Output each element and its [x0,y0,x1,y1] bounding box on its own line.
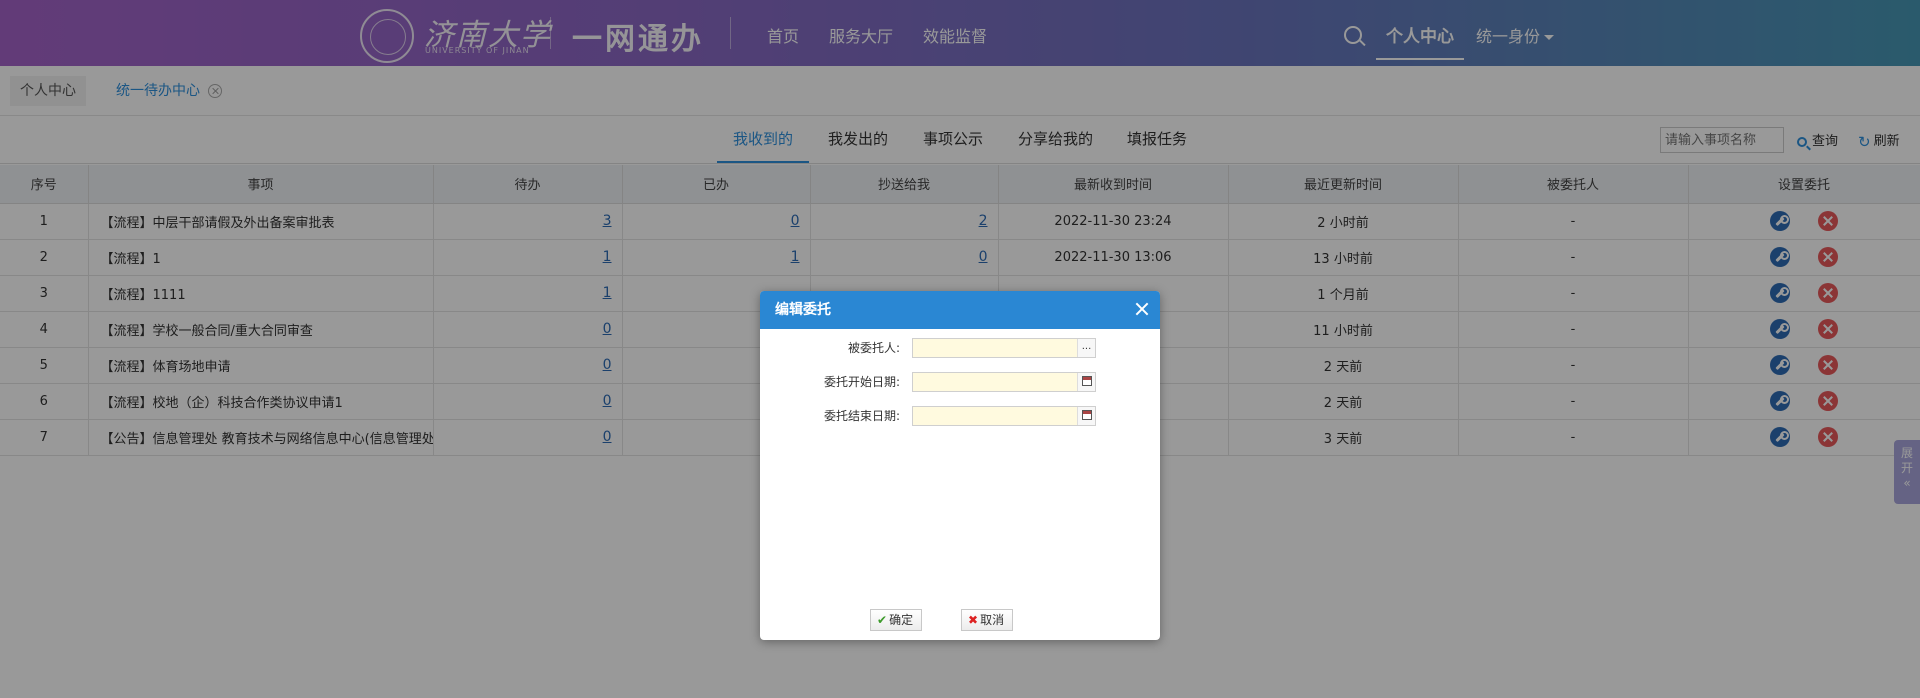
start-date-label: 委托开始日期: [823,375,900,389]
calendar-icon[interactable] [1077,407,1095,425]
cancel-label: 取消 [980,613,1005,627]
close-icon: ✖ [968,613,979,627]
delegate-field[interactable]: ... [912,338,1096,358]
start-date-row: 委托开始日期: [760,371,1160,393]
calendar-icon[interactable] [1077,373,1095,391]
dialog-title: 编辑委托 [775,302,831,318]
delegate-row: 被委托人: ... [760,337,1160,359]
close-icon[interactable] [1134,301,1150,317]
delegate-label: 被委托人: [847,341,900,355]
start-date-field[interactable] [912,372,1096,392]
end-date-row: 委托结束日期: [760,405,1160,427]
ellipsis-icon[interactable]: ... [1077,339,1095,357]
checkmark-icon: ✔ [877,613,888,627]
edit-delegation-dialog: 编辑委托 被委托人: ... 委托开始日期: 委托结束日期: ✔ 确定 ✖ 取消 [760,291,1160,640]
ok-label: 确定 [889,613,914,627]
ok-button[interactable]: ✔ 确定 [870,609,923,631]
cancel-button[interactable]: ✖ 取消 [961,609,1014,631]
end-date-field[interactable] [912,406,1096,426]
dialog-title-bar: 编辑委托 [760,291,1160,329]
end-date-label: 委托结束日期: [823,409,900,423]
